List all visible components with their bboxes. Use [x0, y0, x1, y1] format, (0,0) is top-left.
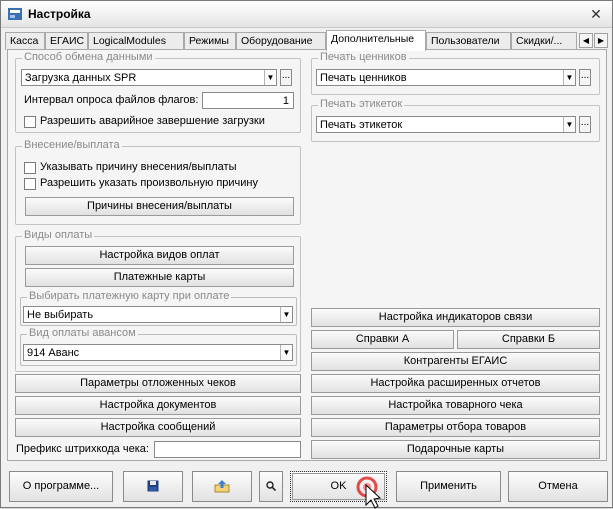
close-icon[interactable]: ✕ [586, 5, 606, 23]
deposit-legend: Внесение/выплата [22, 139, 122, 151]
choose-card-select[interactable]: Не выбирать ▼ [23, 306, 293, 323]
search-icon [266, 481, 277, 492]
price-tags-select[interactable]: Печать ценников ▼ [316, 69, 576, 86]
search-button[interactable] [259, 471, 283, 502]
interval-label: Интервал опроса файлов флагов: [24, 94, 199, 106]
labels-legend: Печать этикеток [318, 98, 405, 110]
tab-egais[interactable]: ЕГАИС [45, 32, 88, 50]
deferred-receipts-button[interactable]: Параметры отложенных чеков [15, 374, 301, 393]
window-title: Настройка [28, 7, 91, 21]
barcode-prefix-input[interactable] [154, 441, 301, 458]
choose-card-value: Не выбирать [27, 309, 94, 321]
exchange-browse-button[interactable]: ... [280, 69, 292, 86]
egais-contractors-button[interactable]: Контрагенты ЕГАИС [311, 352, 600, 371]
save-icon [147, 480, 159, 492]
exchange-group: Способ обмена данными Загрузка данных SP… [15, 51, 301, 133]
chevron-down-icon[interactable]: ▼ [280, 345, 292, 360]
allow-arbitrary-checkbox[interactable] [24, 178, 36, 190]
interval-input[interactable]: 1 [202, 92, 294, 109]
tab-equipment[interactable]: Оборудование [236, 32, 326, 50]
tab-modes[interactable]: Режимы [184, 32, 236, 50]
export-button[interactable] [192, 471, 252, 502]
chevron-down-icon[interactable]: ▼ [563, 117, 575, 132]
chevron-down-icon[interactable]: ▼ [563, 70, 575, 85]
labels-value: Печать этикеток [320, 119, 403, 131]
choose-card-legend: Выбирать платежную карту при оплате [27, 290, 232, 302]
tab-users[interactable]: Пользователи [426, 32, 511, 50]
goods-filter-button[interactable]: Параметры отбора товаров [311, 418, 600, 437]
exchange-mode-select[interactable]: Загрузка данных SPR ▼ [21, 69, 277, 86]
extended-reports-button[interactable]: Настройка расширенных отчетов [311, 374, 600, 393]
gift-cards-button[interactable]: Подарочные карты [311, 440, 600, 459]
apply-button[interactable]: Применить [396, 471, 501, 502]
labels-select[interactable]: Печать этикеток ▼ [316, 116, 576, 133]
export-icon [214, 480, 230, 493]
specify-reason-checkbox[interactable] [24, 162, 36, 174]
goods-receipt-button[interactable]: Настройка товарного чека [311, 396, 600, 415]
interval-value: 1 [282, 95, 289, 107]
reasons-button[interactable]: Причины внесения/выплаты [25, 197, 294, 216]
price-tags-group: Печать ценников Печать ценников ▼ ... [311, 51, 600, 95]
payments-group: Виды оплаты Настройка видов оплат Платеж… [15, 229, 301, 372]
title-bar: Настройка ✕ [1, 1, 612, 28]
about-button[interactable]: О программе... [9, 471, 113, 502]
references-a-button[interactable]: Справки А [311, 330, 454, 349]
advance-legend: Вид оплаты авансом [27, 327, 138, 339]
payment-types-button[interactable]: Настройка видов оплат [25, 246, 294, 265]
price-tags-legend: Печать ценников [318, 51, 409, 63]
price-tags-value: Печать ценников [320, 72, 407, 84]
tab-panel: Способ обмена данными Загрузка данных SP… [7, 49, 607, 461]
choose-card-group: Выбирать платежную карту при оплате Не в… [20, 290, 297, 326]
tab-kassa[interactable]: Касса [5, 32, 45, 50]
tab-scroll-left-icon[interactable]: ◀ [579, 33, 593, 48]
deposit-group: Внесение/выплата Указывать причину внесе… [15, 139, 301, 225]
labels-group: Печать этикеток Печать этикеток ▼ ... [311, 98, 600, 142]
allow-emergency-label: Разрешить аварийное завершение загрузки [40, 115, 265, 127]
connection-indicators-button[interactable]: Настройка индикаторов связи [311, 308, 600, 327]
barcode-prefix-label: Префикс штрихкода чека: [16, 443, 149, 455]
tab-strip: Касса ЕГАИС LogicalModules Режимы Оборуд… [5, 30, 609, 51]
tab-discounts[interactable]: Скидки/... [511, 32, 577, 50]
labels-browse-button[interactable]: ... [579, 116, 591, 133]
exchange-legend: Способ обмена данными [22, 51, 155, 63]
cursor-icon [356, 476, 382, 509]
app-icon [8, 8, 22, 20]
advance-value: 914 Аванс [27, 347, 80, 359]
payment-cards-button[interactable]: Платежные карты [25, 268, 294, 287]
allow-emergency-checkbox[interactable] [24, 116, 36, 128]
tab-scroll-right-icon[interactable]: ▶ [594, 33, 608, 48]
advance-select[interactable]: 914 Аванс ▼ [23, 344, 293, 361]
chevron-down-icon[interactable]: ▼ [264, 70, 276, 85]
documents-settings-button[interactable]: Настройка документов [15, 396, 301, 415]
exchange-mode-value: Загрузка данных SPR [25, 72, 137, 84]
settings-window: Настройка ✕ Касса ЕГАИС LogicalModules Р… [0, 0, 613, 509]
advance-group: Вид оплаты авансом 914 Аванс ▼ [20, 327, 297, 366]
allow-arbitrary-label: Разрешить указать произвольную причину [40, 177, 259, 189]
references-b-button[interactable]: Справки Б [457, 330, 600, 349]
specify-reason-label: Указывать причину внесения/выплаты [40, 161, 237, 173]
price-tags-browse-button[interactable]: ... [579, 69, 591, 86]
payments-legend: Виды оплаты [22, 229, 95, 241]
tab-additional[interactable]: Дополнительные [326, 30, 426, 51]
tab-logical-modules[interactable]: LogicalModules [88, 32, 184, 50]
chevron-down-icon[interactable]: ▼ [280, 307, 292, 322]
messages-settings-button[interactable]: Настройка сообщений [15, 418, 301, 437]
cancel-button[interactable]: Отмена [508, 471, 608, 502]
save-button[interactable] [123, 471, 183, 502]
